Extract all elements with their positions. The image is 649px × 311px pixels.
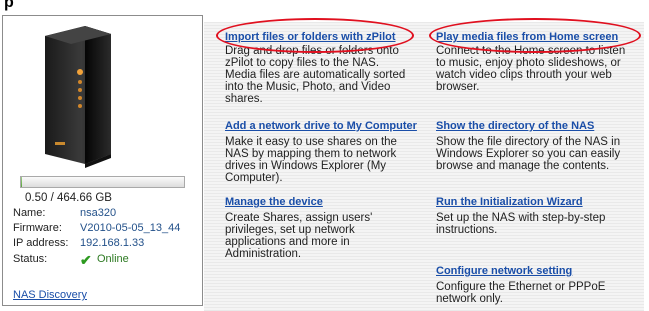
add-network-drive-link[interactable]: Add a network drive to My Computer	[225, 120, 417, 132]
configure-network-link[interactable]: Configure network setting	[436, 265, 572, 277]
info-label-status: Status:	[13, 253, 48, 265]
status-online-text: Online	[97, 253, 129, 265]
initialization-wizard-description: Set up the NAS with step-by-step instruc…	[436, 212, 606, 236]
storage-usage-text: 0.50 / 464.66 GB	[25, 192, 112, 204]
info-row-name: Name: nsa320	[13, 207, 203, 221]
storage-usage-bar	[20, 176, 185, 188]
play-media-description: Connect to the Home screen to listen to …	[436, 45, 626, 93]
add-network-drive-description: Make it easy to use shares on the NAS by…	[225, 136, 397, 184]
info-value-ip: 192.168.1.33	[80, 237, 145, 249]
device-panel: 0.50 / 464.66 GB Name: nsa320 Firmware: …	[2, 15, 203, 306]
info-label-firmware: Firmware:	[13, 222, 62, 234]
nas-device-image	[45, 26, 111, 168]
show-directory-link[interactable]: Show the directory of the NAS	[436, 120, 594, 132]
info-value-name: nsa320	[80, 207, 117, 219]
show-directory-description: Show the file directory of the NAS in Wi…	[436, 136, 621, 172]
configure-network-description: Configure the Ethernet or PPPoE network …	[436, 281, 606, 305]
info-row-ip: IP address: 192.168.1.33	[13, 237, 203, 251]
import-files-description: Drag and drop files or folders onto zPil…	[225, 45, 406, 105]
nas-discovery-link[interactable]: NAS Discovery	[13, 289, 87, 301]
initialization-wizard-link[interactable]: Run the Initialization Wizard	[436, 196, 583, 208]
checkmark-icon: ✔	[80, 253, 92, 267]
info-label-ip: IP address:	[13, 237, 69, 249]
manage-device-description: Create Shares, assign users' privileges,…	[225, 212, 373, 260]
top-cut-label: p	[4, 0, 14, 11]
actions-panel: Import files or folders with zPilot Drag…	[204, 22, 644, 311]
info-label-name: Name:	[13, 207, 46, 219]
info-row-status: Status: ✔ Online	[13, 253, 203, 267]
play-media-link[interactable]: Play media files from Home screen	[436, 31, 618, 43]
info-row-firmware: Firmware: V2010-05-05_13_44	[13, 222, 203, 236]
manage-device-link[interactable]: Manage the device	[225, 196, 323, 208]
info-value-firmware: V2010-05-05_13_44	[80, 222, 181, 234]
import-files-link[interactable]: Import files or folders with zPilot	[225, 31, 396, 43]
storage-usage-fill	[21, 177, 22, 187]
